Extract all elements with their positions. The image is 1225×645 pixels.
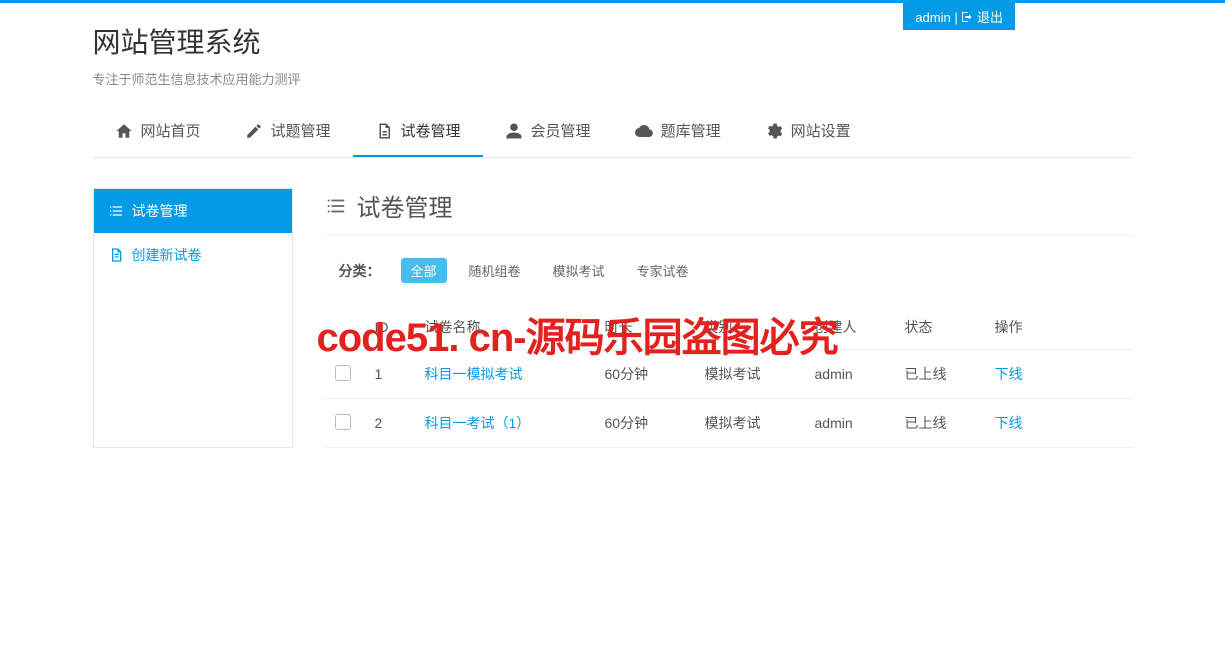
table-row: 2 科目一考试（1） 60分钟 模拟考试 admin 已上线 下线: [325, 399, 1133, 448]
logout-icon: [961, 11, 973, 23]
th-type: 类别: [695, 305, 805, 350]
filter-toolbar: 分类： 全部 随机组卷 模拟考试 专家试卷: [325, 236, 1133, 305]
site-subtitle: 专注于师范生信息技术应用能力测评: [93, 69, 1133, 88]
main-content: 试卷管理 分类： 全部 随机组卷 模拟考试 专家试卷 ID 试卷名称 时长: [325, 188, 1133, 448]
layout: 试卷管理 创建新试卷 试卷管理 分类： 全部 随机组卷 模拟考试 专家试卷: [93, 188, 1133, 448]
nav-label: 会员管理: [531, 120, 591, 141]
container: 网站管理系统 专注于师范生信息技术应用能力测评 网站首页 试题管理 试卷管理 会…: [93, 3, 1133, 448]
table-header-row: ID 试卷名称 时长 类别 创建人 状态 操作: [325, 305, 1133, 350]
current-user-link[interactable]: admin: [915, 10, 950, 25]
th-id: ID: [365, 305, 415, 350]
cell-id: 2: [365, 399, 415, 448]
nav-bank[interactable]: 题库管理: [613, 106, 743, 157]
filter-tag-mock[interactable]: 模拟考试: [543, 258, 615, 283]
nav-question[interactable]: 试题管理: [223, 106, 353, 157]
sidebar-item-create-paper[interactable]: 创建新试卷: [94, 233, 292, 277]
cell-duration: 60分钟: [595, 399, 695, 448]
nav-settings[interactable]: 网站设置: [743, 106, 873, 157]
user-icon: [505, 122, 523, 140]
list-icon: [108, 203, 124, 219]
page-heading-text: 试卷管理: [357, 188, 453, 223]
cell-status: 已上线: [895, 350, 985, 399]
th-name: 试卷名称: [415, 305, 595, 350]
paper-name-link[interactable]: 科目一模拟考试: [425, 366, 523, 382]
paper-table: ID 试卷名称 时长 类别 创建人 状态 操作 1: [325, 305, 1133, 448]
filter-label: 分类：: [339, 261, 381, 281]
edit-icon: [245, 122, 263, 140]
nav-label: 试卷管理: [401, 120, 461, 141]
main-nav: 网站首页 试题管理 试卷管理 会员管理 题库管理 网站设置: [93, 106, 1133, 158]
row-checkbox[interactable]: [335, 414, 351, 430]
logout-link[interactable]: 退出: [977, 10, 1003, 25]
cell-id: 1: [365, 350, 415, 399]
document-icon: [375, 122, 393, 140]
cell-duration: 60分钟: [595, 350, 695, 399]
nav-home[interactable]: 网站首页: [93, 106, 223, 157]
th-creator: 创建人: [805, 305, 895, 350]
th-duration: 时长: [595, 305, 695, 350]
table-wrap: ID 试卷名称 时长 类别 创建人 状态 操作 1: [325, 305, 1133, 448]
list-icon: [325, 195, 347, 217]
nav-paper[interactable]: 试卷管理: [353, 106, 483, 157]
cloud-icon: [635, 122, 653, 140]
file-icon: [108, 247, 124, 263]
th-action: 操作: [985, 305, 1133, 350]
cell-creator: admin: [805, 399, 895, 448]
user-bar: admin | 退出: [903, 3, 1015, 30]
table-row: 1 科目一模拟考试 60分钟 模拟考试 admin 已上线 下线: [325, 350, 1133, 399]
sidebar-item-label: 试卷管理: [132, 201, 188, 221]
sidebar: 试卷管理 创建新试卷: [93, 188, 293, 448]
nav-label: 网站设置: [791, 120, 851, 141]
offline-link[interactable]: 下线: [995, 366, 1023, 382]
filter-tag-all[interactable]: 全部: [401, 258, 447, 283]
cell-type: 模拟考试: [695, 350, 805, 399]
filter-tag-expert[interactable]: 专家试卷: [627, 258, 699, 283]
row-checkbox[interactable]: [335, 365, 351, 381]
gears-icon: [765, 122, 783, 140]
cell-status: 已上线: [895, 399, 985, 448]
nav-label: 网站首页: [141, 120, 201, 141]
divider: |: [954, 10, 961, 25]
paper-name-link[interactable]: 科目一考试（1）: [425, 415, 531, 431]
offline-link[interactable]: 下线: [995, 415, 1023, 431]
nav-member[interactable]: 会员管理: [483, 106, 613, 157]
home-icon: [115, 122, 133, 140]
filter-tag-random[interactable]: 随机组卷: [459, 258, 531, 283]
nav-label: 试题管理: [271, 120, 331, 141]
sidebar-item-label: 创建新试卷: [132, 245, 202, 265]
cell-creator: admin: [805, 350, 895, 399]
page-title: 试卷管理: [325, 188, 1133, 236]
th-status: 状态: [895, 305, 985, 350]
cell-type: 模拟考试: [695, 399, 805, 448]
nav-label: 题库管理: [661, 120, 721, 141]
sidebar-item-paper-manage[interactable]: 试卷管理: [94, 189, 292, 233]
